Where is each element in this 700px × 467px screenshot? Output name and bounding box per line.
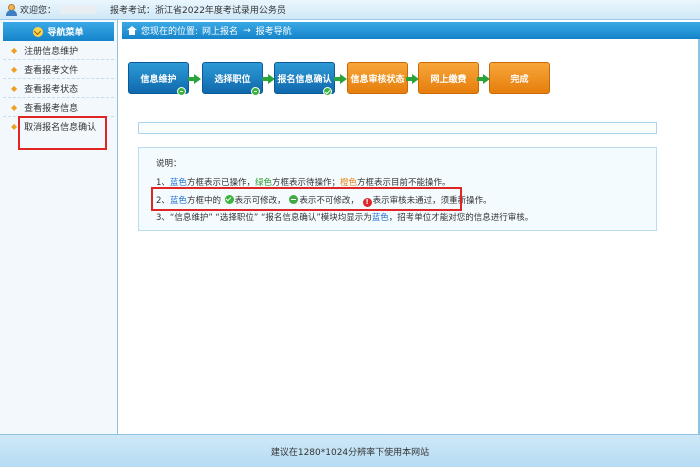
breadcrumb-prefix: 您现在的位置: bbox=[141, 27, 199, 37]
exam-name: 浙江省2022年度考试录用公务员 bbox=[155, 6, 286, 16]
welcome-label: 欢迎您： bbox=[20, 6, 57, 16]
chevron-down-icon bbox=[33, 26, 44, 37]
breadcrumb-separator: → bbox=[243, 25, 251, 36]
not-modifiable-icon bbox=[177, 87, 186, 96]
instruction-line-3: 3、“信息维护” “选择职位” “报名信息确认”模块均显示为蓝色，招考单位才能对… bbox=[156, 213, 534, 223]
arrow-right-icon bbox=[188, 74, 201, 84]
instructions-title: 说明： bbox=[156, 159, 182, 169]
sidebar-item-label: 查看报考信息 bbox=[24, 103, 79, 114]
nav-menu-header[interactable]: 导航菜单 bbox=[3, 22, 114, 41]
not-modifiable-icon bbox=[251, 87, 260, 96]
step-online-payment: 网上缴费 bbox=[418, 62, 479, 94]
bullet-icon: ◆ bbox=[11, 102, 18, 112]
modifiable-check-icon bbox=[323, 87, 332, 96]
footer-text: 建议在1280*1024分辨率下使用本网站 bbox=[270, 447, 430, 458]
step-info-maintenance[interactable]: 信息维护 bbox=[128, 62, 189, 96]
step-label: 选择职位 bbox=[214, 74, 251, 85]
sidebar-item-view-status[interactable]: ◆ 查看报考状态 bbox=[3, 79, 114, 98]
sidebar-item-register-info[interactable]: ◆ 注册信息维护 bbox=[3, 41, 114, 60]
sidebar: 导航菜单 ◆ 注册信息维护 ◆ 查看报考文件 ◆ 查看报考状态 ◆ 查看报考信息 ◆ 取消… bbox=[0, 20, 118, 434]
bullet-icon: ◆ bbox=[11, 64, 18, 74]
step-label: 完成 bbox=[510, 74, 529, 85]
breadcrumb-online-registration[interactable]: 网上报名 bbox=[202, 24, 238, 37]
breadcrumb-registration-guide: 报考导航 bbox=[255, 27, 292, 37]
top-bar: 欢迎您： 报考考试： 浙江省2022年度考试录用公务员 bbox=[0, 0, 700, 20]
home-icon bbox=[127, 26, 137, 35]
sidebar-item-label: 注册信息维护 bbox=[24, 46, 79, 57]
sidebar-item-label: 查看报考状态 bbox=[24, 84, 79, 95]
step-complete: 完成 bbox=[489, 62, 550, 94]
footer: 建议在1280*1024分辨率下使用本网站 bbox=[0, 434, 700, 467]
user-icon bbox=[6, 3, 17, 16]
bullet-icon: ◆ bbox=[11, 45, 18, 55]
bullet-icon: ◆ bbox=[11, 122, 18, 131]
arrow-right-icon bbox=[334, 74, 347, 84]
highlight-box-legend bbox=[151, 187, 462, 211]
highlight-box-cancel bbox=[18, 116, 107, 150]
step-label: 信息维护 bbox=[140, 74, 177, 85]
step-label: 网上缴费 bbox=[430, 74, 467, 85]
nav-menu-title: 导航菜单 bbox=[47, 28, 84, 38]
bullet-icon: ◆ bbox=[11, 83, 18, 93]
step-review-status: 信息审核状态 bbox=[347, 62, 408, 94]
sidebar-item-view-files[interactable]: ◆ 查看报考文件 bbox=[3, 60, 114, 79]
step-confirm-registration[interactable]: 报名信息确认 bbox=[274, 62, 335, 96]
exam-label: 报考考试： bbox=[110, 6, 156, 16]
step-select-position[interactable]: 选择职位 bbox=[202, 62, 263, 96]
step-label: 信息审核状态 bbox=[350, 74, 405, 85]
breadcrumb: 您现在的位置: 网上报名 → 报考导航 bbox=[122, 22, 700, 39]
sidebar-item-view-info[interactable]: ◆ 查看报考信息 bbox=[3, 98, 114, 117]
username-redacted bbox=[60, 5, 97, 14]
sidebar-item-label: 查看报考文件 bbox=[24, 65, 79, 76]
step-label: 报名信息确认 bbox=[277, 74, 332, 85]
status-bar bbox=[138, 122, 657, 134]
